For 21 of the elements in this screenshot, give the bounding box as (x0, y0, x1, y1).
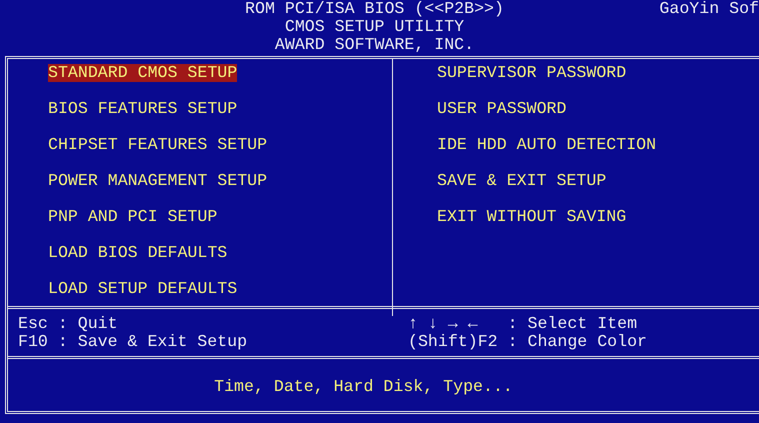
header-line: CMOS SETUP UTILITY (284, 18, 464, 36)
menu-item[interactable]: USER PASSWORD (437, 100, 566, 118)
menu-item[interactable]: LOAD SETUP DEFAULTS (48, 280, 238, 298)
menu-item[interactable]: SUPERVISOR PASSWORD (437, 64, 626, 82)
menu-item[interactable]: STANDARD CMOS SETUP (48, 64, 238, 82)
menu-item[interactable]: POWER MANAGEMENT SETUP (48, 172, 268, 190)
status-text: Time, Date, Hard Disk, Type... (214, 378, 513, 396)
menu-item[interactable]: CHIPSET FEATURES SETUP (48, 136, 268, 154)
menu-item[interactable]: LOAD BIOS DEFAULTS (48, 244, 228, 262)
header-line: AWARD SOFTWARE, INC. (274, 36, 474, 54)
key-hint: Esc : Quit (18, 315, 119, 333)
menu-item[interactable]: IDE HDD AUTO DETECTION (437, 136, 656, 154)
key-hint: (Shift)F2 : Change Color (408, 333, 648, 351)
menu-item[interactable]: PNP AND PCI SETUP (48, 208, 218, 226)
menu-item[interactable]: EXIT WITHOUT SAVING (437, 208, 626, 226)
menu-item[interactable]: BIOS FEATURES SETUP (48, 100, 238, 118)
menu-item[interactable]: SAVE & EXIT SETUP (437, 172, 606, 190)
key-hint: ↑ ↓ → ← : Select Item (408, 315, 638, 333)
corner-text: GaoYin Sof (659, 0, 759, 18)
header-line: ROM PCI/ISA BIOS (<<P2B>>) (245, 0, 504, 18)
key-hint: F10 : Save & Exit Setup (18, 333, 248, 351)
